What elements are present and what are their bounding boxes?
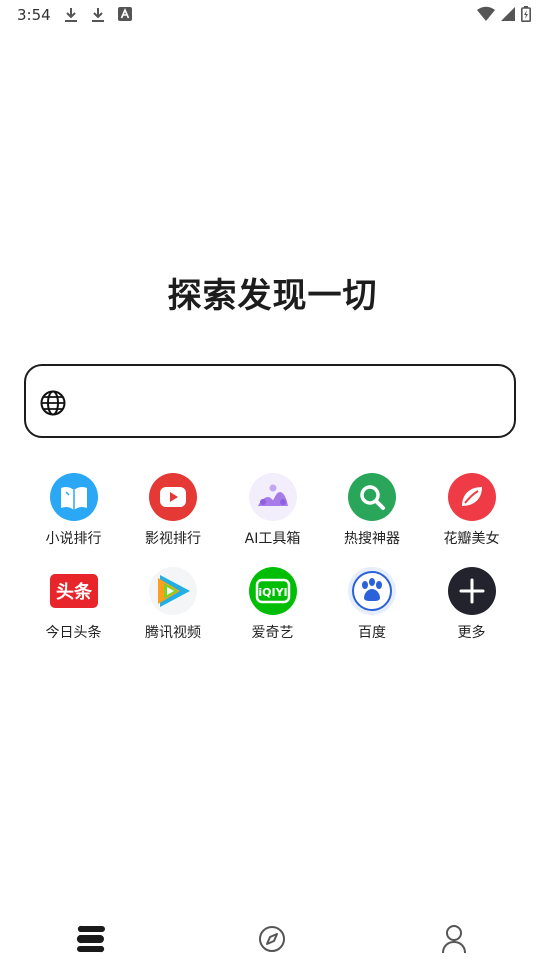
shortcut-novel-ranking[interactable]: 小说排行 <box>24 472 123 548</box>
nav-discover[interactable] <box>242 919 302 959</box>
status-time: 3:54 <box>17 6 51 24</box>
toutiao-logo: 头条 <box>49 574 98 608</box>
shortcut-hot-search[interactable]: 热搜神器 <box>323 472 422 548</box>
page-title: 探索发现一切 <box>167 276 378 316</box>
shortcut-row: 头条 今日头条 腾讯视频 iQIYI 爱奇艺 百度 更多 <box>24 566 521 642</box>
shortcut-iqiyi[interactable]: iQIYI 爱奇艺 <box>223 566 322 642</box>
tencent-video-logo <box>149 567 197 615</box>
status-bar: 3:54 <box>0 0 545 30</box>
shortcut-label: 腾讯视频 <box>145 625 201 641</box>
signal-icon <box>501 7 515 21</box>
shortcut-baidu[interactable]: 百度 <box>323 566 422 642</box>
shortcut-label: 影视排行 <box>145 531 201 547</box>
video-play-icon <box>149 473 197 521</box>
shortcut-label: 百度 <box>358 625 386 641</box>
shortcut-label: 花瓣美女 <box>443 531 500 547</box>
download-icon <box>92 8 104 22</box>
baidu-paw-logo <box>348 567 396 615</box>
shortcut-toutiao[interactable]: 头条 今日头条 <box>24 566 123 642</box>
bottom-nav <box>0 908 545 970</box>
globe-icon <box>40 390 66 416</box>
home-stack-icon <box>76 925 105 953</box>
wifi-icon <box>477 6 495 22</box>
shortcut-petal-beauty[interactable]: 花瓣美女 <box>422 472 521 548</box>
shortcut-ai-toolbox[interactable]: AI工具箱 <box>223 472 322 548</box>
toutiao-logo-text: 头条 <box>56 581 93 603</box>
download-icon <box>65 8 77 22</box>
shortcut-label: 今日头条 <box>45 625 102 641</box>
keyboard-a-icon <box>118 7 132 21</box>
shortcut-label: 热搜神器 <box>344 531 400 547</box>
shortcut-label: 小说排行 <box>45 531 102 547</box>
shortcut-more[interactable]: 更多 <box>422 566 521 642</box>
person-icon <box>442 925 467 954</box>
nav-home[interactable] <box>61 919 121 959</box>
shortcut-tencent-video[interactable]: 腾讯视频 <box>124 566 223 642</box>
shortcut-label: 爱奇艺 <box>251 625 294 641</box>
iqiyi-logo-text: iQIYI <box>258 586 287 599</box>
shortcut-row: 小说排行 影视排行 AI工具箱 热搜神器 花瓣美女 <box>24 472 521 548</box>
petal-icon <box>447 473 496 521</box>
nav-profile[interactable] <box>424 919 484 959</box>
search-box[interactable] <box>24 364 516 438</box>
shortcut-label: AI工具箱 <box>244 531 301 547</box>
search-input[interactable] <box>82 380 506 424</box>
shortcut-video-ranking[interactable]: 影视排行 <box>124 472 223 548</box>
compass-icon <box>259 926 286 952</box>
iqiyi-logo: iQIYI <box>248 567 297 615</box>
magnifier-icon <box>348 473 396 521</box>
shortcut-label: 更多 <box>457 625 486 641</box>
shortcut-grid: 小说排行 影视排行 AI工具箱 热搜神器 花瓣美女 头条 今日头条 腾讯视频 i… <box>24 472 521 660</box>
ai-toolbox-icon <box>248 473 297 521</box>
battery-charging-icon <box>521 6 531 22</box>
plus-icon <box>447 567 496 615</box>
book-icon <box>49 473 98 521</box>
